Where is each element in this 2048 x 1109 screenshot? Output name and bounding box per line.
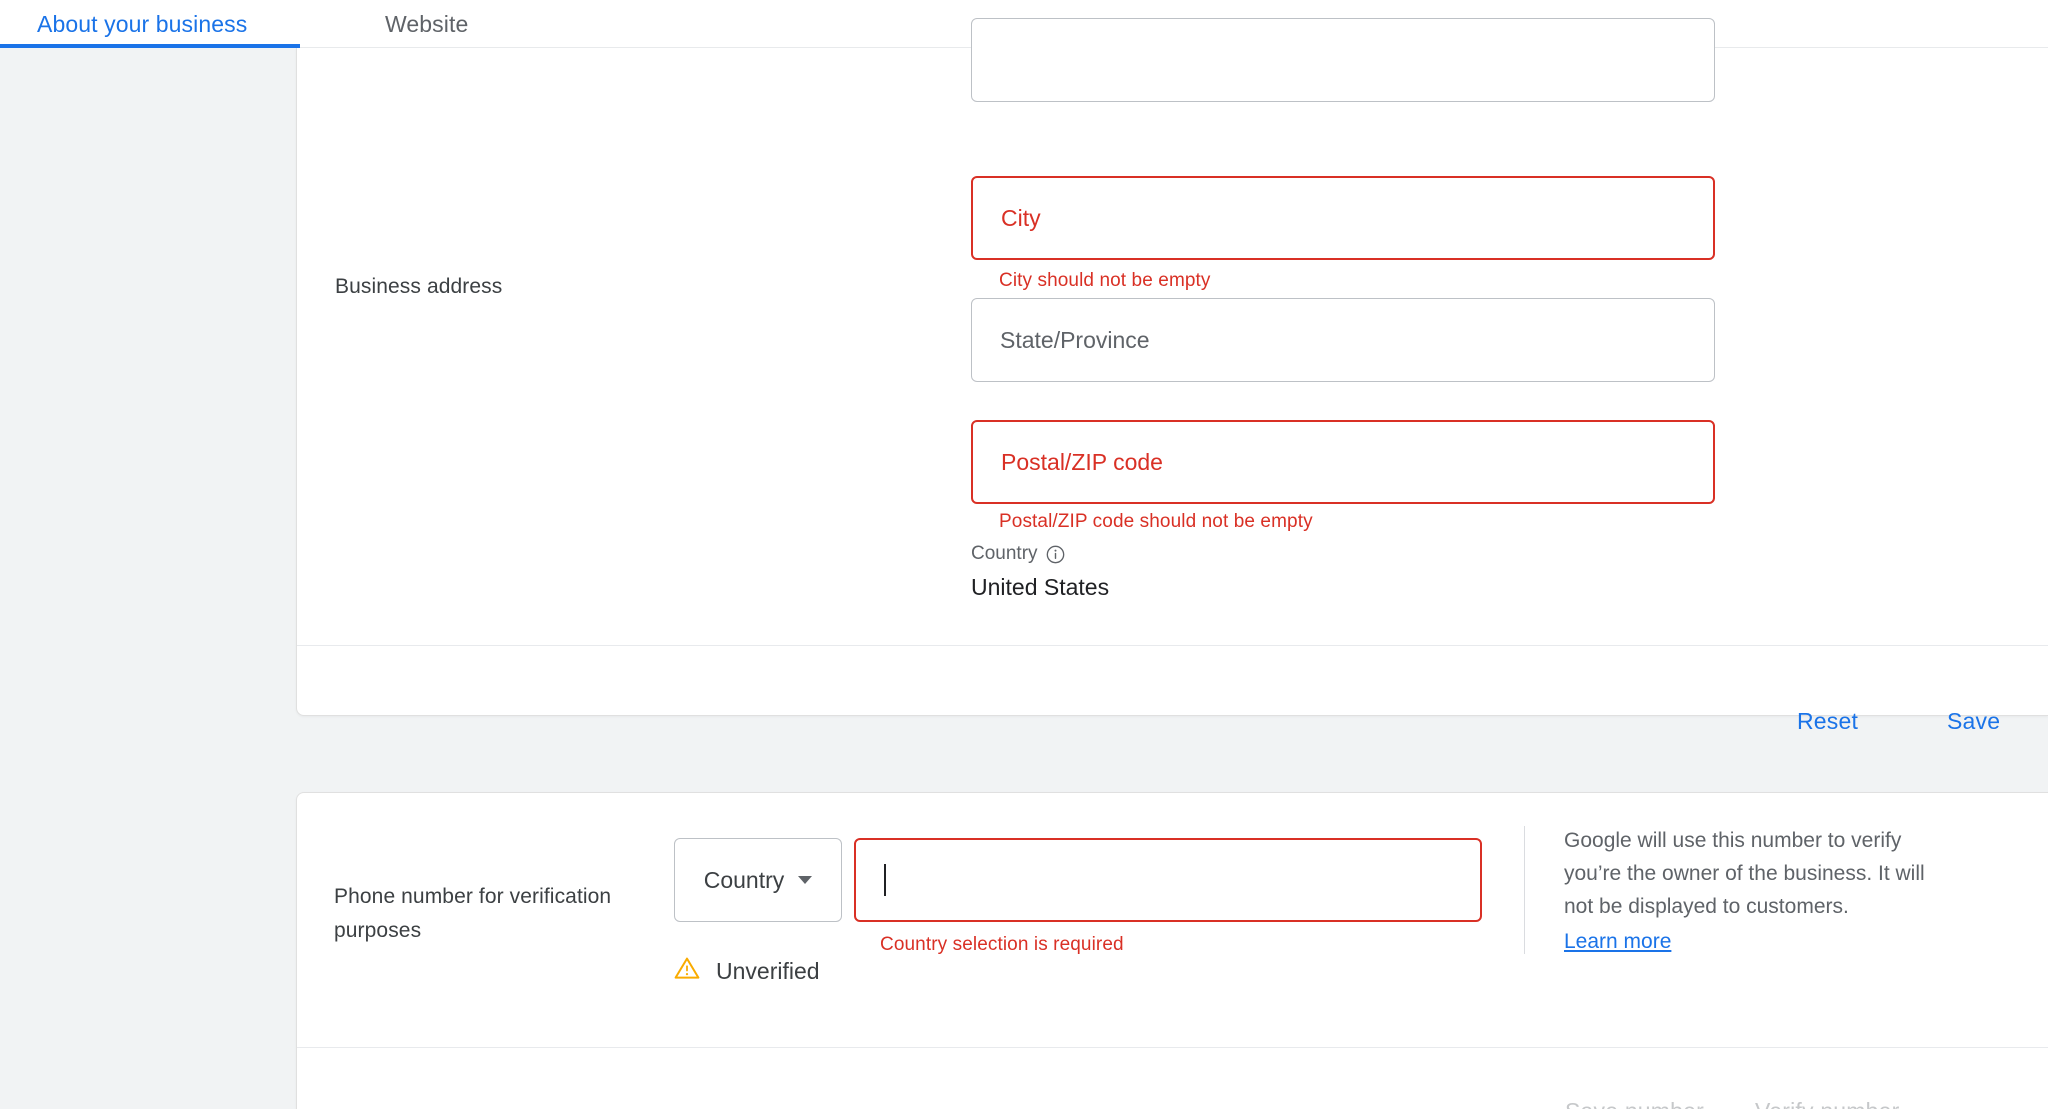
phone-help-text-block: Google will use this number to verify yo… xyxy=(1564,824,1936,958)
help-separator xyxy=(1524,826,1525,954)
address-card-divider xyxy=(297,645,2048,646)
warning-triangle-icon xyxy=(674,956,700,986)
learn-more-link[interactable]: Learn more xyxy=(1564,925,1671,958)
country-label-group: Country xyxy=(971,543,1065,565)
country-select-label: Country xyxy=(703,866,785,893)
verify-number-button[interactable]: Verify number xyxy=(1755,1098,1900,1109)
tab-website[interactable]: Website xyxy=(300,0,468,48)
save-number-button[interactable]: Save number xyxy=(1565,1098,1704,1109)
business-address-label: Business address xyxy=(335,275,503,298)
status-badge: Unverified xyxy=(716,957,820,984)
postal-code-error-message: Postal/ZIP code should not be empty xyxy=(999,511,1313,532)
postal-code-placeholder: Postal/ZIP code xyxy=(1001,448,1163,475)
state-province-placeholder: State/Province xyxy=(1000,326,1150,353)
save-button[interactable]: Save xyxy=(1947,708,2000,735)
phone-number-input[interactable] xyxy=(854,838,1482,922)
tab-about-label: About your business xyxy=(37,10,248,37)
info-icon[interactable] xyxy=(1046,545,1065,564)
postal-code-input[interactable]: Postal/ZIP code xyxy=(971,420,1715,504)
page-content: Business address City City should not be… xyxy=(0,18,2048,1109)
phone-card-divider xyxy=(297,1047,2048,1048)
address-line-input[interactable] xyxy=(971,18,1715,102)
phone-error-message: Country selection is required xyxy=(880,934,1124,955)
phone-help-text: Google will use this number to verify yo… xyxy=(1564,829,1925,918)
verification-status: Unverified xyxy=(674,956,820,986)
country-select-dropdown[interactable]: Country xyxy=(674,838,842,922)
tab-website-label: Website xyxy=(385,10,469,37)
state-province-input[interactable]: State/Province xyxy=(971,298,1715,382)
country-label: Country xyxy=(971,543,1038,564)
chevron-down-icon xyxy=(798,876,813,884)
city-input[interactable]: City xyxy=(971,176,1715,260)
city-error-message: City should not be empty xyxy=(999,270,1211,291)
phone-number-label: Phone number for verification purposes xyxy=(334,885,612,942)
country-value: United States xyxy=(971,574,1110,600)
business-address-card: Business address City City should not be… xyxy=(296,18,2048,734)
tab-about-your-business[interactable]: About your business xyxy=(0,0,300,48)
left-rail xyxy=(0,48,296,1109)
text-cursor xyxy=(884,864,886,896)
reset-button[interactable]: Reset xyxy=(1797,708,1858,735)
city-placeholder: City xyxy=(1001,204,1041,231)
